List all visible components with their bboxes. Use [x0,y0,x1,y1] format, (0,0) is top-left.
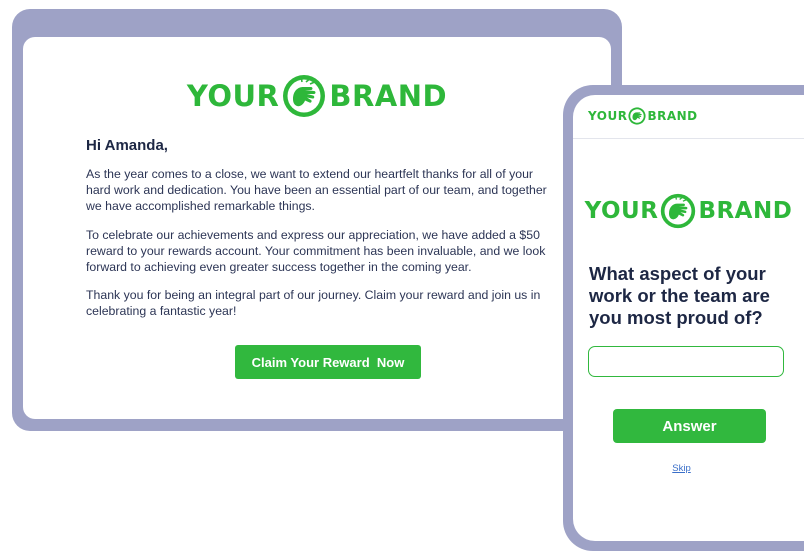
answer-button[interactable]: Answer [613,409,766,443]
phone-header: YOUR BRAND [573,95,804,139]
claim-reward-button[interactable]: Claim Your Reward Now [235,345,421,379]
email-paragraph-thanks: As the year comes to a close, we want to… [86,167,547,214]
brand-word-left: YOUR [186,78,280,113]
phone-brand-logo: YOUR BRAND [573,193,804,229]
pointing-hand-icon [283,75,326,117]
email-body: Hi Amanda, As the year comes to a close,… [86,137,556,332]
header-brand-logo: YOUR BRAND [588,107,698,125]
email-paragraph-reward: To celebrate our achievements and expres… [86,227,546,275]
phone-screen: YOUR BRAND YOUR BRAND What aspect of you… [573,95,804,541]
skip-link-row: Skip [573,463,804,474]
brand-logo: YOUR BRAND [23,74,611,118]
brand-word-right: BRAND [329,78,448,113]
brand-word-right: BRAND [698,197,793,224]
desktop-device-frame: YOUR BRAND Hi Amanda, As the year comes … [12,9,622,431]
brand-word-left: YOUR [584,197,659,224]
phone-device-frame: YOUR BRAND YOUR BRAND What aspect of you… [563,85,804,551]
email-greeting: Hi Amanda, [86,137,168,154]
answer-input[interactable] [588,346,784,377]
pointing-hand-icon [628,107,647,125]
brand-word-left: YOUR [588,109,628,123]
email-paragraph-closing: Thank you for being an integral part of … [86,288,541,319]
brand-word-right: BRAND [647,109,698,123]
email-screen: YOUR BRAND Hi Amanda, As the year comes … [23,37,611,419]
pointing-hand-icon [661,193,696,229]
survey-question: What aspect of your work or the team are… [589,263,770,328]
skip-link[interactable]: Skip [672,463,690,474]
